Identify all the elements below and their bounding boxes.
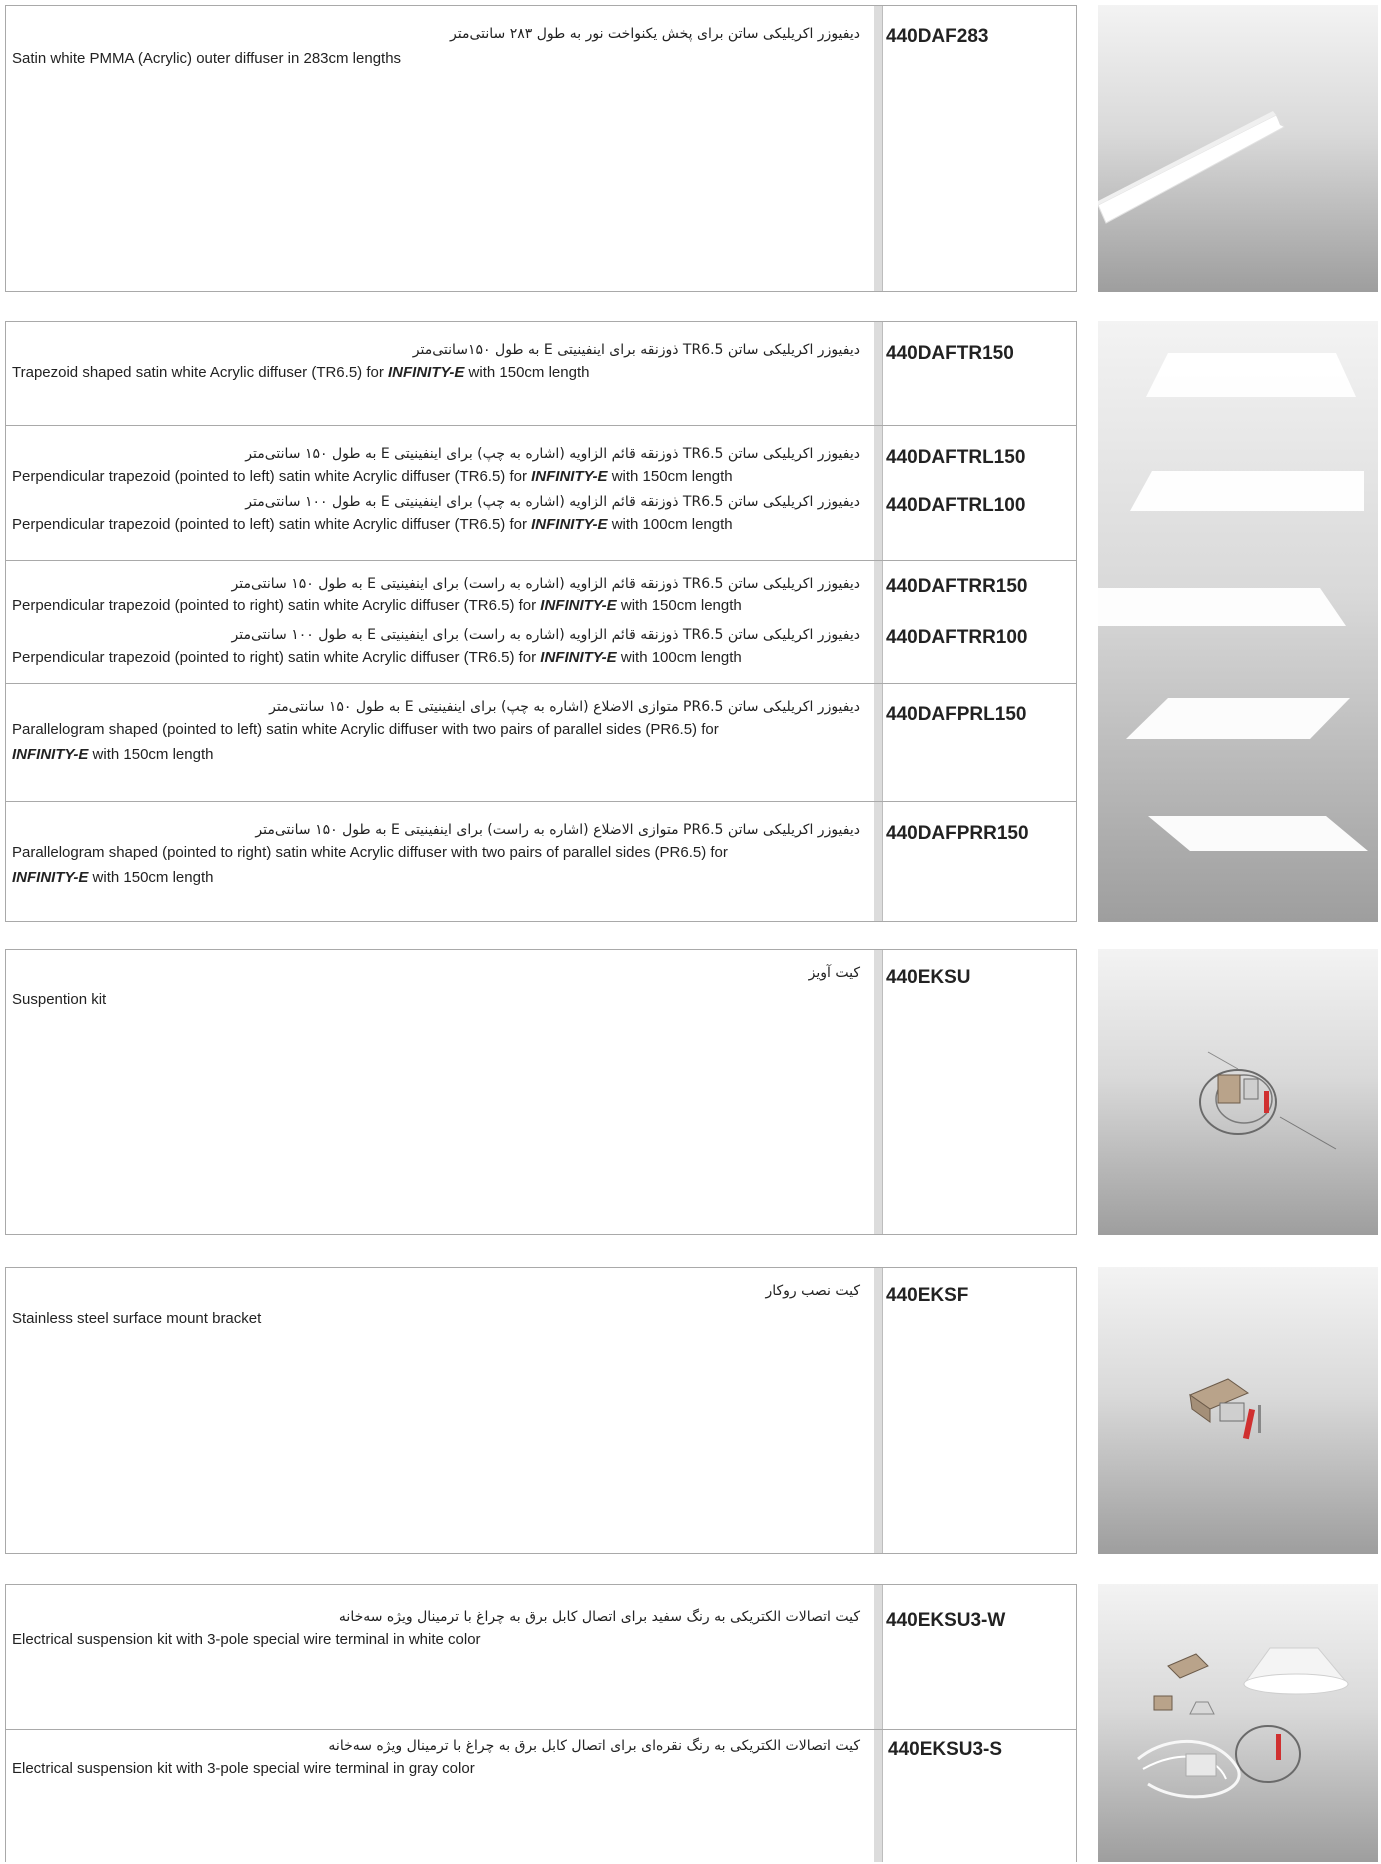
code-column-shade [874, 6, 882, 291]
table-row-440EKSU3-W: کیت اتصالات الکتریکی به رنگ سفید برای ات… [6, 1585, 1076, 1729]
table-row-440DAFPRR150: دیفیوزر اکریلیکی ساتن PR6.5 متوازی الاضل… [6, 801, 1076, 922]
english-description: Satin white PMMA (Acrylic) outer diffuse… [12, 50, 402, 67]
code-column-divider [882, 950, 883, 1234]
product-image-shaped-diffusers [1098, 321, 1378, 922]
straight-diffuser-image [1098, 111, 1285, 224]
persian-description: دیفیوزر اکریلیکی ساتن TR6.5 ذوزنقه برای … [412, 342, 860, 358]
product-image-straight-diffuser [1098, 5, 1378, 292]
persian-description: دیفیوزر اکریلیکی ساتن PR6.5 متوازی الاضل… [269, 699, 860, 715]
shaped-diffusers-image [1098, 353, 1368, 851]
product-section-electrical-kit: کیت اتصالات الکتریکی به رنگ سفید برای ات… [5, 1584, 1077, 1862]
product-code: 440DAFTRR150 [886, 576, 1028, 597]
product-code: 440DAFTRR100 [886, 627, 1028, 648]
table-row-440DAFTRR: دیفیوزر اکریلیکی ساتن TR6.5 ذوزنقه قائم … [6, 560, 1076, 684]
persian-description: دیفیوزر اکریلیکی ساتن TR6.5 ذوزنقه قائم … [245, 446, 860, 462]
code-column-shade [874, 950, 882, 1234]
surface-bracket-image [1188, 1378, 1261, 1440]
product-image-electrical-kit [1098, 1584, 1378, 1862]
english-description: Parallelogram shaped (pointed to left) s… [12, 721, 719, 763]
english-description: Parallelogram shaped (pointed to right) … [12, 844, 728, 886]
table-row-440EKSU3-S: کیت اتصالات الکتریکی به رنگ نقره‌ای برای… [6, 1729, 1076, 1864]
code-column-divider [882, 6, 883, 291]
persian-description: دیفیوزر اکریلیکی ساتن TR6.5 ذوزنقه قائم … [231, 576, 860, 592]
table-row-440DAFTR150: دیفیوزر اکریلیکی ساتن TR6.5 ذوزنقه برای … [6, 322, 1076, 425]
product-image-suspension-kit [1098, 949, 1378, 1235]
product-section-shaped-diffusers: دیفیوزر اکریلیکی ساتن TR6.5 ذوزنقه برای … [5, 321, 1077, 922]
electrical-kit-image [1137, 1647, 1350, 1799]
table-row-440DAFTRL: دیفیوزر اکریلیکی ساتن TR6.5 ذوزنقه قائم … [6, 425, 1076, 561]
table-row-440DAFPRL150: دیفیوزر اکریلیکی ساتن PR6.5 متوازی الاضل… [6, 683, 1076, 802]
product-section-suspension-kit: کیت آویز Suspention kit 440EKSU [5, 949, 1077, 1235]
code-column-shade [874, 1268, 882, 1553]
product-code: 440DAFTRL100 [886, 495, 1026, 516]
product-code: 440DAFTR150 [886, 343, 1014, 364]
persian-description: دیفیوزر اکریلیکی ساتن برای پخش یکنواخت ن… [450, 26, 860, 42]
product-section-surface-bracket: کیت نصب روکار Stainless steel surface mo… [5, 1267, 1077, 1554]
english-description: Electrical suspension kit with 3-pole sp… [12, 1631, 481, 1648]
product-code: 440EKSU3-S [888, 1739, 1003, 1760]
code-column-divider [882, 1268, 883, 1553]
product-code: 440EKSF [886, 1285, 969, 1306]
persian-description: کیت نصب روکار [765, 1283, 860, 1299]
product-code: 440EKSU [886, 967, 971, 988]
persian-description: کیت اتصالات الکتریکی به رنگ سفید برای ات… [338, 1609, 860, 1625]
english-description: Perpendicular trapezoid (pointed to righ… [12, 597, 742, 614]
persian-description: دیفیوزر اکریلیکی ساتن TR6.5 ذوزنقه قائم … [245, 494, 860, 510]
product-section-diffuser-283: دیفیوزر اکریلیکی ساتن برای پخش یکنواخت ن… [5, 5, 1077, 292]
persian-description: دیفیوزر اکریلیکی ساتن PR6.5 متوازی الاضل… [255, 822, 860, 838]
product-code: 440DAFPRR150 [886, 823, 1029, 844]
english-description: Perpendicular trapezoid (pointed to left… [12, 516, 733, 533]
persian-description: کیت آویز [808, 965, 860, 981]
product-code: 440DAF283 [886, 26, 989, 47]
persian-description: دیفیوزر اکریلیکی ساتن TR6.5 ذوزنقه قائم … [231, 627, 860, 643]
suspension-kit-image [1199, 1051, 1337, 1150]
persian-description: کیت اتصالات الکتریکی به رنگ نقره‌ای برای… [328, 1738, 860, 1754]
product-code: 440EKSU3-W [886, 1610, 1006, 1631]
english-description: Stainless steel surface mount bracket [12, 1310, 262, 1327]
product-image-surface-bracket [1098, 1267, 1378, 1554]
product-code: 440DAFTRL150 [886, 447, 1026, 468]
english-description: Perpendicular trapezoid (pointed to left… [12, 468, 733, 485]
english-description: Trapezoid shaped satin white Acrylic dif… [12, 364, 590, 381]
english-description: Electrical suspension kit with 3-pole sp… [12, 1760, 475, 1777]
product-code: 440DAFPRL150 [886, 704, 1027, 725]
english-description: Suspention kit [12, 991, 107, 1008]
english-description: Perpendicular trapezoid (pointed to righ… [12, 649, 742, 666]
